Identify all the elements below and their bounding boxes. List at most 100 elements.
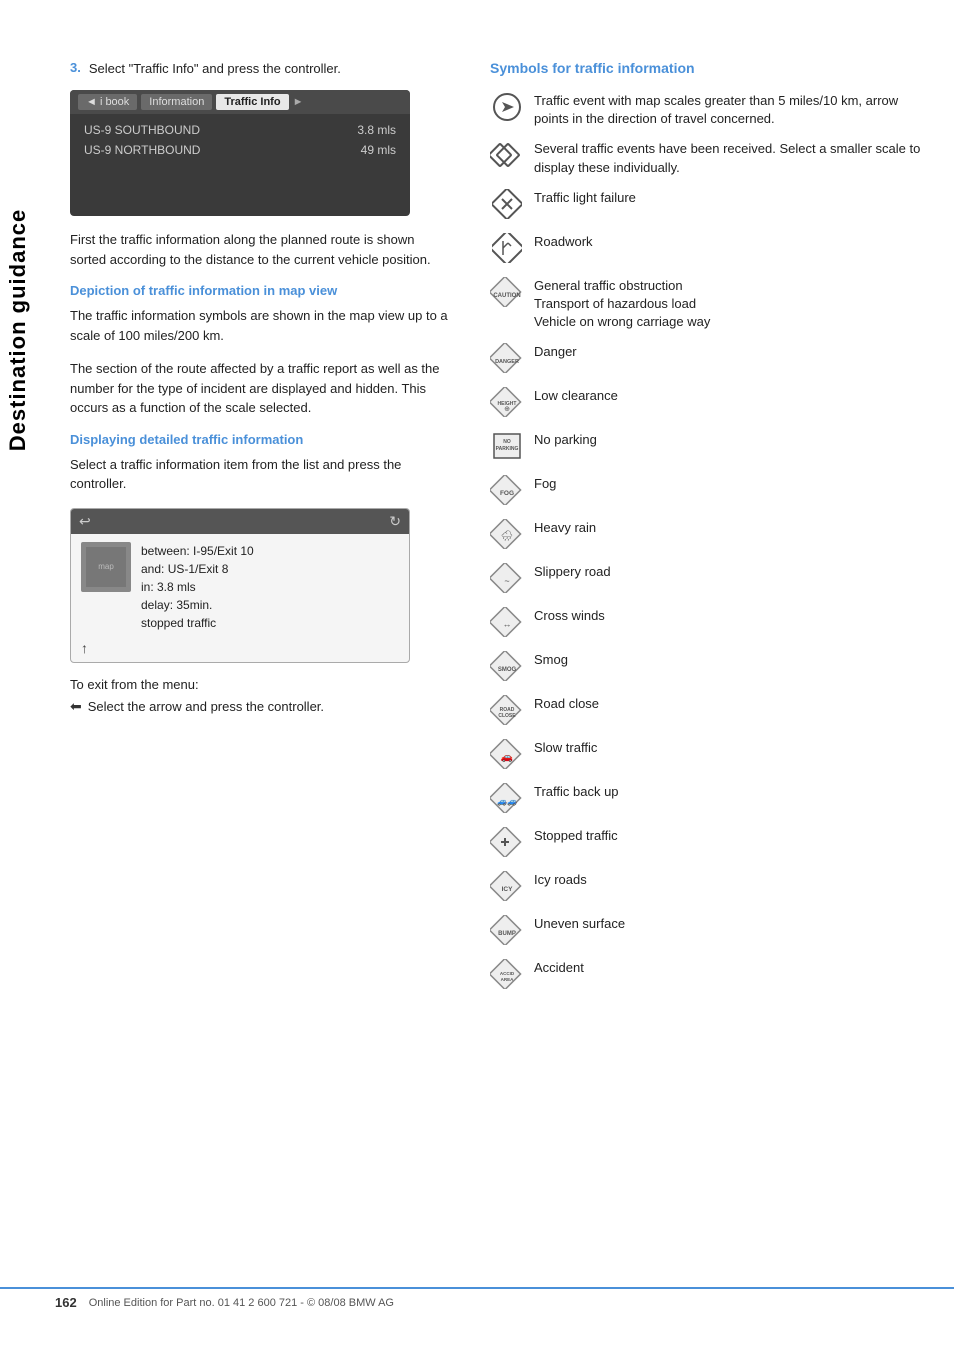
symbol-text-traffic-backup: Traffic back up xyxy=(534,781,619,801)
exit-arrow-line: ⬅ Select the arrow and press the control… xyxy=(70,698,450,715)
detail-line4: delay: 35min. xyxy=(141,596,254,614)
svg-text:CLOSE: CLOSE xyxy=(498,713,516,719)
svg-text:⊕: ⊕ xyxy=(504,406,510,413)
svg-text:SMOG: SMOG xyxy=(498,667,517,673)
detail-line2: and: US-1/Exit 8 xyxy=(141,560,254,578)
traffic-box-header: ◄ i book Information Traffic Info ► xyxy=(70,90,410,114)
symbol-text-cross-winds: Cross winds xyxy=(534,605,605,625)
section-heading-2: Displaying detailed traffic information xyxy=(70,432,450,447)
symbol-item-slow-traffic: 🚗 Slow traffic xyxy=(490,737,924,771)
detail-box: ↩ ↻ map between: I-95/Exit 10 and: US-1/… xyxy=(70,508,410,663)
route-dist-2: 49 mls xyxy=(361,143,396,157)
symbol-item-icy-roads: ICY Icy roads xyxy=(490,869,924,903)
symbol-text-fog: Fog xyxy=(534,473,556,493)
exit-arrow-icon: ⬅ xyxy=(70,698,82,715)
symbol-item-stopped-traffic: Stopped traffic xyxy=(490,825,924,859)
symbols-heading: Symbols for traffic information xyxy=(490,60,924,76)
symbol-item-heavy-rain: 🌧 Heavy rain xyxy=(490,517,924,551)
svg-text:ICY: ICY xyxy=(502,886,514,893)
symbol-text-roadwork: Roadwork xyxy=(534,231,593,251)
symbol-text-road-close: Road close xyxy=(534,693,599,713)
detail-body: map between: I-95/Exit 10 and: US-1/Exit… xyxy=(71,534,409,640)
symbol-text-accident: Accident xyxy=(534,957,584,977)
symbol-text-smog: Smog xyxy=(534,649,568,669)
exit-text-1: To exit from the menu: xyxy=(70,675,450,695)
symbol-item-road-close: ROAD CLOSE Road close xyxy=(490,693,924,727)
refresh-icon[interactable]: ↻ xyxy=(389,513,401,530)
symbol-icon-roadwork xyxy=(490,231,524,265)
symbol-item-smog: SMOG Smog xyxy=(490,649,924,683)
left-column: 3. Select "Traffic Info" and press the c… xyxy=(70,60,450,1001)
exit-text-2: Select the arrow and press the controlle… xyxy=(88,699,324,714)
right-column: Symbols for traffic information Traffic … xyxy=(480,60,924,1001)
symbol-text-caution: General traffic obstructionTransport of … xyxy=(534,275,710,332)
svg-text:🌧: 🌧 xyxy=(501,530,514,542)
symbol-item-caution: CAUTION General traffic obstructionTrans… xyxy=(490,275,924,332)
svg-text:🚙🚙: 🚙🚙 xyxy=(497,797,517,806)
symbol-icon-slow-traffic: 🚗 xyxy=(490,737,524,771)
body-text-4: Select a traffic information item from t… xyxy=(70,455,450,494)
symbol-text-low-clearance: Low clearance xyxy=(534,385,618,405)
route-name-2: US-9 NORTHBOUND xyxy=(84,143,200,157)
body-text-2: The traffic information symbols are show… xyxy=(70,306,450,345)
traffic-rows: US-9 SOUTHBOUND 3.8 mls US-9 NORTHBOUND … xyxy=(70,114,410,216)
symbol-icon-arrow-right xyxy=(490,90,524,124)
step-text: Select "Traffic Info" and press the cont… xyxy=(89,60,341,78)
footer-text: Online Edition for Part no. 01 41 2 600 … xyxy=(89,1297,394,1309)
tab-play[interactable]: ► xyxy=(293,96,304,108)
symbol-icon-x-diamond xyxy=(490,187,524,221)
tab-traffic-info[interactable]: Traffic Info xyxy=(216,94,288,110)
symbol-item-traffic-light: Traffic light failure xyxy=(490,187,924,221)
symbol-icon-icy-roads: ICY xyxy=(490,869,524,903)
symbol-item-traffic-backup: 🚙🚙 Traffic back up xyxy=(490,781,924,815)
route-name-1: US-9 SOUTHBOUND xyxy=(84,123,200,137)
symbol-icon-low-clearance: HEIGHT ⊕ xyxy=(490,385,524,419)
page-footer: 162 Online Edition for Part no. 01 41 2 … xyxy=(0,1287,954,1310)
section-heading-1: Depiction of traffic information in map … xyxy=(70,283,450,298)
symbol-icon-double-diamond xyxy=(490,138,524,172)
symbol-text-traffic-light: Traffic light failure xyxy=(534,187,636,207)
traffic-row: US-9 SOUTHBOUND 3.8 mls xyxy=(70,120,410,140)
symbol-text-no-parking: No parking xyxy=(534,429,597,449)
symbol-icon-heavy-rain: 🌧 xyxy=(490,517,524,551)
tab-book[interactable]: ◄ i book xyxy=(78,94,137,110)
detail-line1: between: I-95/Exit 10 xyxy=(141,542,254,560)
detail-line3: in: 3.8 mls xyxy=(141,578,254,596)
svg-text:FOG: FOG xyxy=(500,490,514,497)
svg-text:AREA: AREA xyxy=(501,977,515,982)
page-number: 162 xyxy=(55,1295,77,1310)
symbol-text-traffic-event: Traffic event with map scales greater th… xyxy=(534,90,924,128)
up-arrow-icon: ↑ xyxy=(81,640,88,656)
svg-text:PARKING: PARKING xyxy=(496,446,519,452)
detail-line5: stopped traffic xyxy=(141,614,254,632)
body-text-1: First the traffic information along the … xyxy=(70,230,450,269)
symbol-item-danger: DANGER Danger xyxy=(490,341,924,375)
svg-text:🚗: 🚗 xyxy=(501,752,513,763)
route-dist-1: 3.8 mls xyxy=(357,123,396,137)
svg-text:map: map xyxy=(98,562,114,571)
symbol-icon-stopped-traffic xyxy=(490,825,524,859)
symbol-text-danger: Danger xyxy=(534,341,577,361)
symbol-text-slippery: Slippery road xyxy=(534,561,611,581)
symbol-text-icy-roads: Icy roads xyxy=(534,869,587,889)
symbol-text-stopped-traffic: Stopped traffic xyxy=(534,825,618,845)
symbol-icon-road-close: ROAD CLOSE xyxy=(490,693,524,727)
symbol-icon-caution: CAUTION xyxy=(490,275,524,309)
body-text-3: The section of the route affected by a t… xyxy=(70,359,450,418)
step-3: 3. Select "Traffic Info" and press the c… xyxy=(70,60,450,78)
symbol-text-uneven-surface: Uneven surface xyxy=(534,913,625,933)
symbol-item-low-clearance: HEIGHT ⊕ Low clearance xyxy=(490,385,924,419)
symbol-icon-cross-winds: ↔ xyxy=(490,605,524,639)
symbol-icon-fog: FOG xyxy=(490,473,524,507)
symbol-item-accident: ACCID AREA Accident xyxy=(490,957,924,991)
tab-information[interactable]: Information xyxy=(141,94,212,110)
symbol-text-heavy-rain: Heavy rain xyxy=(534,517,596,537)
symbol-item-multiple-events: Several traffic events have been receive… xyxy=(490,138,924,176)
symbol-item-fog: FOG Fog xyxy=(490,473,924,507)
svg-text:↔: ↔ xyxy=(503,619,512,629)
symbol-text-slow-traffic: Slow traffic xyxy=(534,737,597,757)
back-icon[interactable]: ↩ xyxy=(79,513,91,530)
svg-text:BUMP: BUMP xyxy=(498,931,516,937)
symbol-item-no-parking: NO PARKING No parking xyxy=(490,429,924,463)
symbol-item-uneven-surface: BUMP Uneven surface xyxy=(490,913,924,947)
